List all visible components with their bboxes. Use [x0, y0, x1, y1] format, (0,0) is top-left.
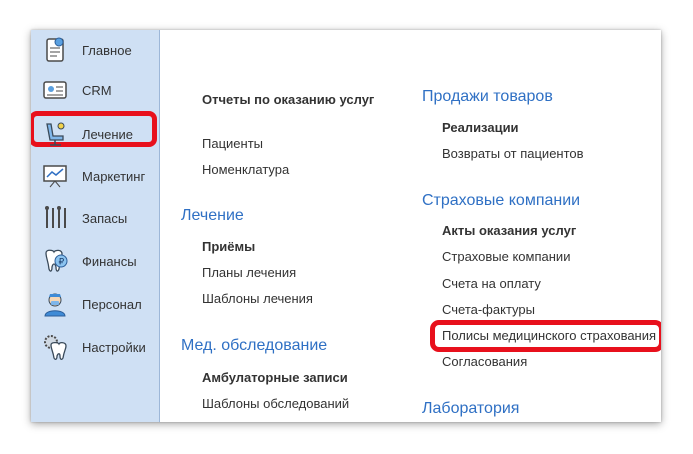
link-exam-templates[interactable]: Шаблоны обследований	[202, 396, 349, 411]
presentation-board-icon	[43, 165, 67, 188]
sidebar-item-label: Запасы	[82, 210, 128, 226]
link-approvals[interactable]: Согласования	[442, 354, 527, 369]
dental-tools-icon	[45, 206, 66, 228]
sidebar-item-crm[interactable]: CRM	[31, 70, 159, 110]
section-title-sales: Продажи товаров	[422, 88, 553, 105]
sidebar-item-stock[interactable]: Запасы	[31, 198, 159, 238]
section-title-laboratory: Лаборатория	[422, 400, 520, 417]
section-title-insurance: Страховые компании	[422, 192, 581, 209]
link-treatment-templates[interactable]: Шаблоны лечения	[202, 291, 313, 306]
sidebar-item-label: Настройки	[82, 339, 146, 355]
sidebar-item-label: Персонал	[82, 296, 142, 312]
sidebar: Главное CRM Лечение Маркетинг Запасы ₽ Ф…	[31, 30, 160, 422]
app-window: Главное CRM Лечение Маркетинг Запасы ₽ Ф…	[31, 30, 661, 422]
sidebar-item-staff[interactable]: Персонал	[31, 284, 159, 324]
sidebar-item-label: Финансы	[82, 253, 137, 269]
menu-panel: Отчеты по оказанию услуг Пациенты Номенк…	[160, 30, 661, 422]
sidebar-item-label: CRM	[82, 82, 112, 98]
svg-text:₽: ₽	[59, 258, 65, 268]
sidebar-item-settings[interactable]: Настройки	[31, 327, 159, 367]
sidebar-item-finance[interactable]: ₽ Финансы	[31, 241, 159, 281]
sidebar-item-marketing[interactable]: Маркетинг	[31, 156, 159, 196]
section-title-medical-exam: Мед. обследование	[181, 337, 328, 354]
link-nomenclature[interactable]: Номенклатура	[202, 162, 289, 177]
link-tax-invoices[interactable]: Счета-фактуры	[442, 302, 535, 317]
sidebar-item-label: Лечение	[82, 126, 134, 142]
link-appointments[interactable]: Приёмы	[202, 239, 255, 254]
link-patients[interactable]: Пациенты	[202, 136, 263, 151]
doctor-icon	[44, 293, 66, 317]
link-sales[interactable]: Реализации	[442, 120, 519, 135]
sidebar-item-main[interactable]: Главное	[31, 30, 159, 70]
link-invoices[interactable]: Счета на оплату	[442, 276, 541, 291]
link-outpatient-records[interactable]: Амбулаторные записи	[202, 370, 348, 385]
section-title-treatment: Лечение	[181, 207, 244, 224]
sidebar-item-label: Главное	[82, 42, 132, 58]
highlight-frame	[430, 320, 661, 352]
link-service-acts[interactable]: Акты оказания услуг	[442, 223, 576, 238]
link-insurance-companies[interactable]: Страховые компании	[442, 249, 570, 264]
tooth-gear-icon	[44, 335, 67, 360]
link-treatment-plans[interactable]: Планы лечения	[202, 265, 296, 280]
link-service-reports[interactable]: Отчеты по оказанию услуг	[202, 92, 374, 107]
link-patient-returns[interactable]: Возвраты от пациентов	[442, 146, 584, 161]
dental-chair-icon	[46, 122, 65, 146]
tooth-coin-icon: ₽	[45, 249, 68, 272]
crm-card-icon	[43, 81, 67, 99]
home-clipboard-icon	[46, 37, 64, 62]
sidebar-item-label: Маркетинг	[82, 168, 146, 184]
sidebar-item-treatment[interactable]: Лечение	[31, 111, 159, 154]
